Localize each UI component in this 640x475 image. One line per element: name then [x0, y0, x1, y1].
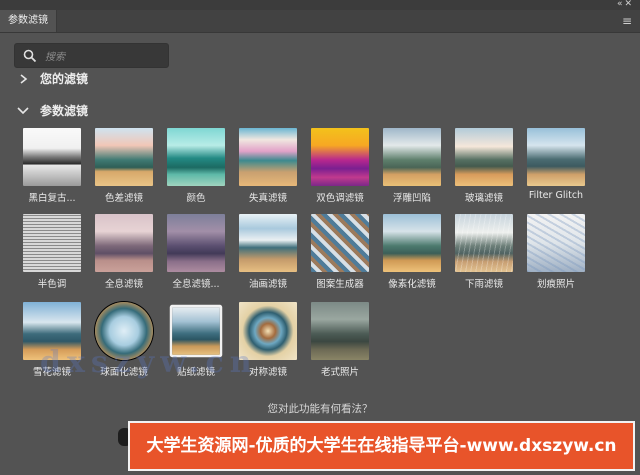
filter-tile[interactable]: 玻璃滤镜 [449, 128, 519, 204]
filter-tile[interactable]: 球面化滤镜 [89, 302, 159, 378]
filter-thumbnail [455, 128, 513, 186]
section-param-filters-label: 参数滤镜 [40, 104, 89, 118]
filter-label: 老式照片 [320, 367, 359, 378]
filter-label: 下雨滤镜 [464, 279, 503, 290]
section-your-filters-label: 您的滤镜 [40, 72, 89, 86]
chevron-right-icon [20, 73, 28, 84]
search-icon [23, 49, 37, 63]
section-your-filters[interactable]: 您的滤镜 [16, 70, 88, 87]
promo-banner: 大学生资源网-优质的大学生在线指导平台-www.dxszyw.cn [128, 421, 635, 471]
filter-label: 黑白复古... [28, 193, 76, 204]
panel-tab-bar: 参数滤镜 ≡ [0, 10, 640, 33]
filter-tile[interactable]: 失真滤镜 [233, 128, 303, 204]
filter-thumbnail [95, 214, 153, 272]
filter-label: Filter Glitch [528, 190, 584, 201]
filter-thumbnail [167, 128, 225, 186]
filter-tile[interactable]: 下雨滤镜 [449, 214, 519, 290]
filter-thumbnail [239, 128, 297, 186]
filter-thumbnail [95, 128, 153, 186]
filter-thumbnail [383, 128, 441, 186]
filter-tile[interactable]: 色差滤镜 [89, 128, 159, 204]
filter-thumbnail [23, 128, 81, 186]
filter-tile[interactable]: 双色调滤镜 [305, 128, 375, 204]
filter-label: 失真滤镜 [248, 193, 287, 204]
search-box[interactable] [14, 43, 169, 68]
filter-label: 油画滤镜 [248, 279, 287, 290]
filter-thumbnail [239, 214, 297, 272]
filter-tile[interactable]: Filter Glitch [521, 128, 591, 201]
filter-tile[interactable]: 像素化滤镜 [377, 214, 447, 290]
filter-tile[interactable]: 半色调 [17, 214, 87, 290]
panel-menu-icon[interactable]: ≡ [622, 14, 632, 28]
filter-thumbnail [311, 214, 369, 272]
filter-thumbnail [172, 307, 220, 355]
filter-tile[interactable]: 黑白复古... [17, 128, 87, 204]
filter-thumbnail [167, 214, 225, 272]
filter-thumbnail [311, 128, 369, 186]
panel-top-strip: «✕ [0, 0, 640, 10]
filter-label: 划痕照片 [536, 279, 575, 290]
filter-label: 浮雕凹陷 [392, 193, 431, 204]
filter-label: 双色调滤镜 [316, 193, 364, 204]
filter-thumbnail [383, 214, 441, 272]
filter-tile[interactable]: 图案生成器 [305, 214, 375, 290]
search-input[interactable] [43, 47, 167, 67]
filter-thumbnail [23, 302, 81, 360]
filter-label: 对称滤镜 [248, 367, 287, 378]
filter-thumbnail [239, 302, 297, 360]
filter-label: 颜色 [186, 193, 206, 204]
filter-label: 色差滤镜 [104, 193, 143, 204]
filter-thumbnail [23, 214, 81, 272]
filter-tile[interactable]: 雪花滤镜 [17, 302, 87, 378]
filter-label: 雪花滤镜 [32, 367, 71, 378]
collapse-icon[interactable]: «✕ [617, 0, 634, 9]
filter-label: 半色调 [37, 279, 67, 290]
filter-label: 球面化滤镜 [100, 367, 148, 378]
filter-label: 图案生成器 [316, 279, 364, 290]
filter-thumbnail [527, 128, 585, 186]
filter-label: 玻璃滤镜 [464, 193, 503, 204]
filter-thumbnail [95, 302, 153, 360]
filter-label: 全息滤镜 [104, 279, 143, 290]
chevron-down-icon [17, 106, 29, 114]
filter-tile[interactable]: 全息滤镜 [89, 214, 159, 290]
filter-tile[interactable]: 油画滤镜 [233, 214, 303, 290]
filter-tile[interactable]: 对称滤镜 [233, 302, 303, 378]
filter-tile[interactable]: 老式照片 [305, 302, 375, 378]
filter-tile[interactable]: 划痕照片 [521, 214, 591, 290]
tab-param-filters[interactable]: 参数滤镜 [0, 10, 57, 32]
filter-thumbnail [527, 214, 585, 272]
filter-thumbnail [311, 302, 369, 360]
filter-thumbnail [455, 214, 513, 272]
filter-tile[interactable]: 颜色 [161, 128, 231, 204]
filter-label: 像素化滤镜 [388, 279, 436, 290]
filter-tile[interactable]: 全息滤镜... [161, 214, 231, 290]
filter-label: 全息滤镜... [172, 279, 220, 290]
filter-tile[interactable]: 浮雕凹陷 [377, 128, 447, 204]
filter-tile[interactable]: 贴纸滤镜 [161, 302, 231, 378]
section-param-filters[interactable]: 参数滤镜 [16, 102, 88, 119]
feedback-link[interactable]: 您对此功能有何看法？ [0, 401, 640, 416]
filter-label: 贴纸滤镜 [176, 367, 215, 378]
